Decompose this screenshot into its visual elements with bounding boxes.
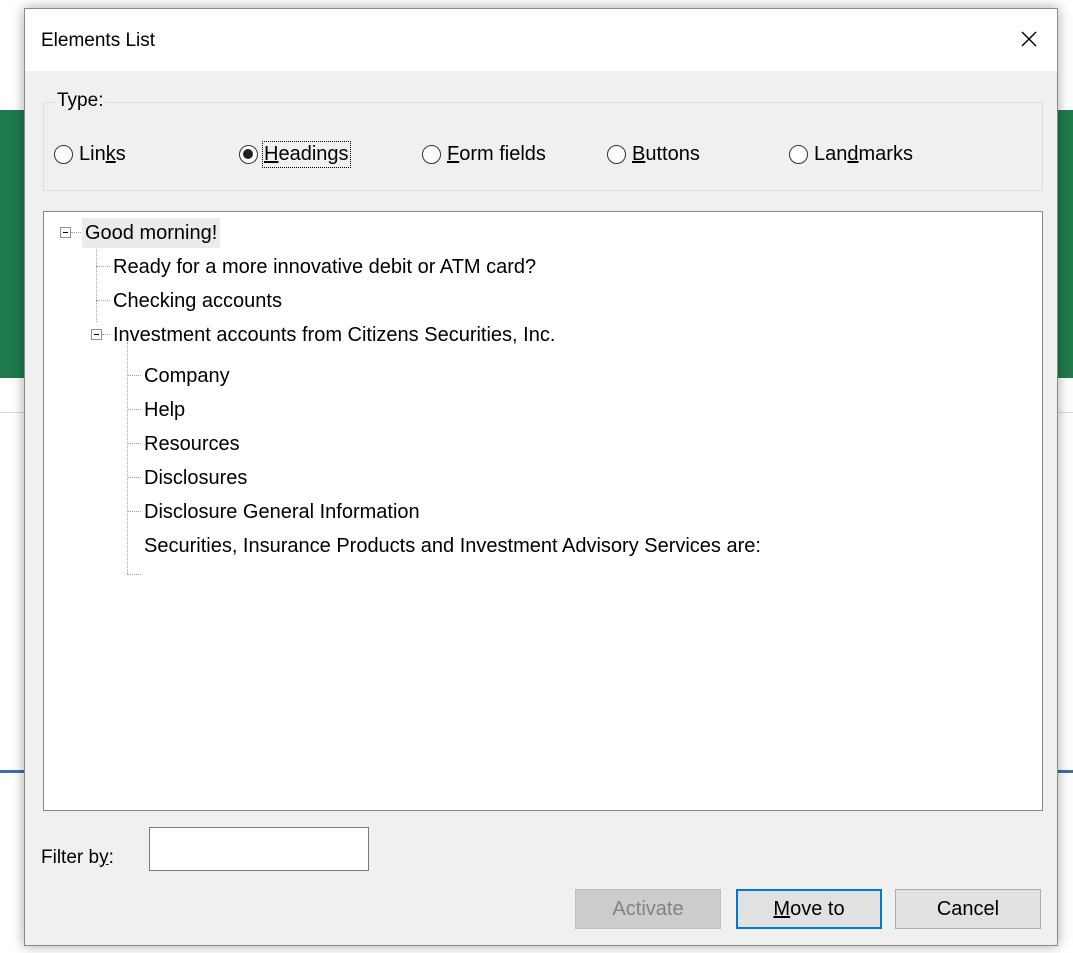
radio-circle (789, 145, 808, 164)
radio-label-buttons: Buttons (632, 143, 700, 165)
tree-connector (127, 375, 141, 376)
filter-input[interactable] (149, 827, 369, 871)
collapse-icon[interactable] (91, 329, 102, 340)
tree-connector (127, 477, 141, 478)
tree-item[interactable]: Resources (144, 429, 240, 459)
close-button[interactable] (1009, 21, 1049, 57)
title-bar: Elements List (25, 9, 1057, 71)
radio-headings[interactable]: Headings (239, 141, 351, 168)
headings-tree[interactable]: Good morning! Ready for a more innovativ… (43, 211, 1043, 811)
tree-item[interactable]: Help (144, 395, 185, 425)
radio-circle-checked (239, 145, 258, 164)
tree-item[interactable]: Investment accounts from Citizens Securi… (113, 320, 555, 350)
tree-connector (96, 242, 97, 322)
cancel-button[interactable]: Cancel (895, 889, 1041, 929)
tree-item[interactable]: Company (144, 361, 230, 391)
filter-label: Filter by: (41, 847, 114, 868)
tree-item[interactable]: Disclosure General Information (144, 497, 420, 527)
radio-circle (422, 145, 441, 164)
dialog-title: Elements List (41, 30, 156, 51)
tree-connector (127, 409, 141, 410)
type-legend: Type: (54, 90, 107, 112)
tree-connector (96, 300, 110, 301)
move-to-button[interactable]: Move to (736, 889, 882, 929)
elements-list-dialog: Elements List Type: Links Headings Form … (24, 8, 1058, 946)
tree-item[interactable]: Checking accounts (113, 286, 282, 316)
tree-connector (127, 443, 141, 444)
radio-label-headings: Headings (262, 141, 351, 168)
radio-label-links: Links (79, 143, 126, 165)
radio-buttons[interactable]: Buttons (607, 143, 700, 166)
radio-circle (54, 145, 73, 164)
activate-button[interactable]: Activate (575, 889, 721, 929)
tree-connector (127, 574, 141, 575)
radio-links[interactable]: Links (54, 143, 126, 166)
tree-item[interactable]: Ready for a more innovative debit or ATM… (113, 252, 536, 282)
tree-item[interactable]: Securities, Insurance Products and Inves… (144, 531, 761, 561)
tree-item[interactable]: Disclosures (144, 463, 247, 493)
collapse-icon[interactable] (60, 227, 71, 238)
radio-circle (607, 145, 626, 164)
tree-connector (102, 334, 110, 335)
tree-item[interactable]: Good morning! (82, 218, 221, 248)
tree-connector (127, 342, 128, 574)
close-icon (1021, 31, 1037, 47)
radio-form-fields[interactable]: Form fields (422, 143, 546, 166)
radio-label-landmarks: Landmarks (814, 143, 913, 165)
radio-label-form-fields: Form fields (447, 143, 546, 165)
tree-connector (127, 511, 141, 512)
radio-landmarks[interactable]: Landmarks (789, 143, 913, 166)
type-group: Type: Links Headings Form fields Buttons… (43, 90, 1043, 191)
tree-connector (96, 266, 110, 267)
